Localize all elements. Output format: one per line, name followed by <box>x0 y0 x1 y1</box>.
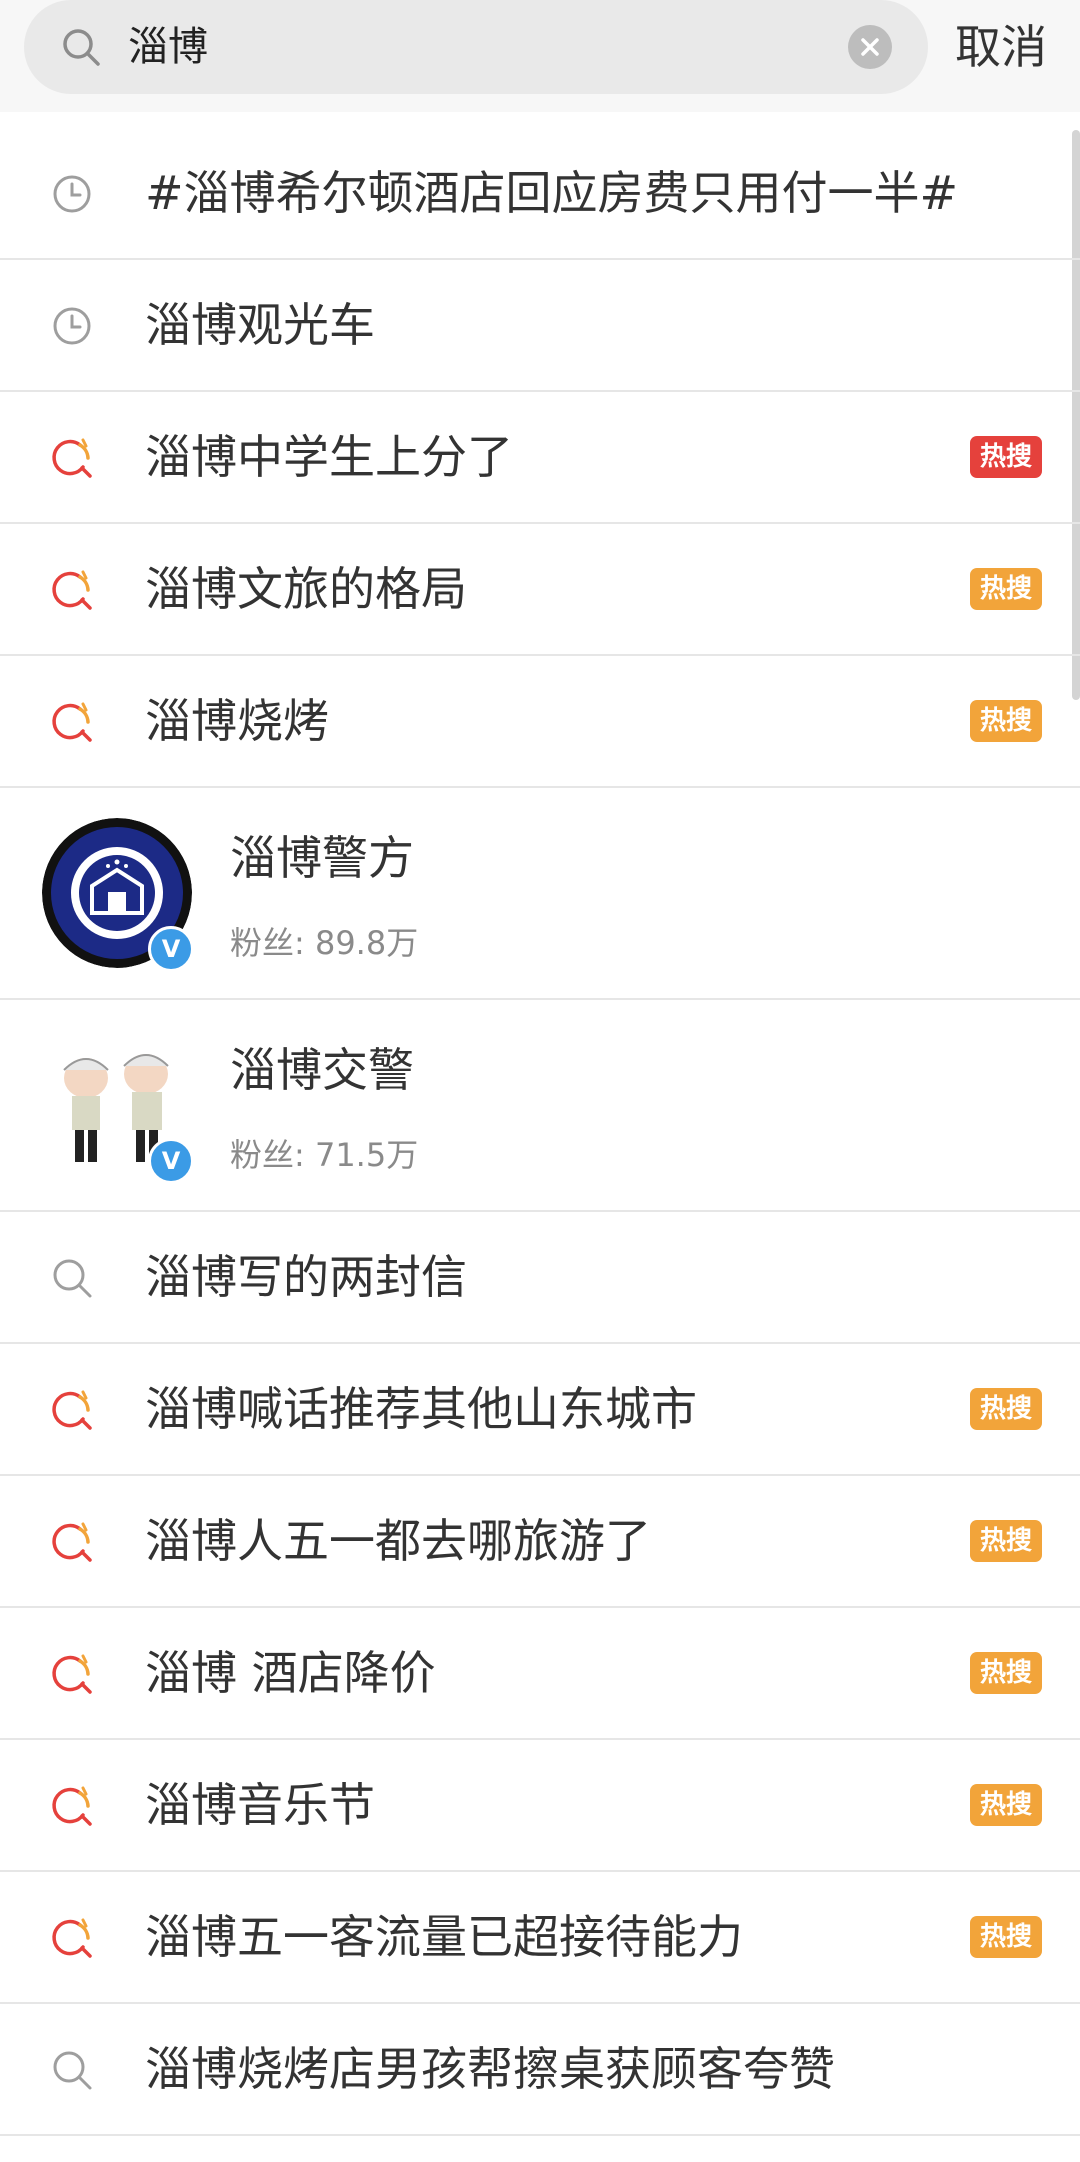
follower-count: 粉丝: 71.5万 <box>230 1136 419 1174</box>
suggestion-label: 淄博写的两封信 <box>145 1250 467 1304</box>
hot-search-badge: 热搜 <box>970 1520 1042 1562</box>
hot-search-badge: 热搜 <box>970 1388 1042 1430</box>
close-icon <box>861 38 879 56</box>
hot-search-icon <box>52 570 92 610</box>
verified-badge-icon: V <box>148 926 194 972</box>
search-icon <box>53 1259 92 1298</box>
suggestion-label: 淄博音乐节 <box>145 1778 375 1832</box>
suggestion-row[interactable]: 淄博音乐节 热搜 <box>0 1740 1080 1872</box>
suggestion-row[interactable]: 淄博 酒店降价 热搜 <box>0 1608 1080 1740</box>
suggestion-label: 淄博烧烤店男孩帮擦桌获顾客夸赞 <box>145 2042 835 2096</box>
hot-search-icon <box>52 438 92 478</box>
suggestion-row[interactable]: 淄博写的两封信 <box>0 1212 1080 1344</box>
hot-search-badge: 热搜 <box>970 568 1042 610</box>
history-icon <box>53 307 91 345</box>
history-icon <box>53 175 91 213</box>
avatar[interactable]: V <box>42 1030 194 1184</box>
suggestion-row[interactable]: 淄博人五一都去哪旅游了 热搜 <box>0 1476 1080 1608</box>
hot-search-icon <box>52 1654 92 1694</box>
hot-search-badge: 热搜 <box>970 1916 1042 1958</box>
search-box[interactable]: 淄博 <box>24 0 928 94</box>
suggestion-label: #淄博希尔顿酒店回应房费只用付一半# <box>145 166 959 220</box>
suggestion-row[interactable]: 淄博中学生上分了 热搜 <box>0 392 1080 524</box>
suggestion-label: 淄博 酒店降价 <box>145 1646 436 1700</box>
suggestion-label: 淄博五一客流量已超接待能力 <box>145 1910 743 1964</box>
search-query[interactable]: 淄博 <box>128 0 208 94</box>
hot-search-badge: 热搜 <box>970 436 1042 478</box>
suggestion-row[interactable]: 淄博烧烤 热搜 <box>0 656 1080 788</box>
suggestion-row[interactable]: #淄博希尔顿酒店回应房费只用付一半# <box>0 128 1080 260</box>
suggestion-row[interactable]: 淄博五一客流量已超接待能力 热搜 <box>0 1872 1080 2004</box>
suggestion-label: 淄博人五一都去哪旅游了 <box>145 1514 651 1568</box>
suggestion-label: 淄博烧烤 <box>145 694 329 748</box>
suggestion-label: 淄博观光车 <box>145 298 375 352</box>
hot-search-icon <box>52 1390 92 1430</box>
hot-search-badge: 热搜 <box>970 1652 1042 1694</box>
user-result-row[interactable]: V 淄博交警粉丝: 71.5万 <box>0 1000 1080 1212</box>
hot-search-badge: 热搜 <box>970 1784 1042 1826</box>
search-icon <box>63 29 100 66</box>
clear-search-button[interactable] <box>848 25 892 69</box>
suggestion-label: 淄博喊话推荐其他山东城市 <box>145 1382 697 1436</box>
user-result-row[interactable]: V 淄博警方粉丝: 89.8万 <box>0 788 1080 1000</box>
suggestion-list: #淄博希尔顿酒店回应房费只用付一半# 淄博观光车 淄博中学生上分了 热搜 淄博文旅的格局… <box>0 128 1080 2136</box>
hot-search-icon <box>52 702 92 742</box>
suggestion-label: 淄博文旅的格局 <box>145 562 467 616</box>
suggestion-label: 淄博中学生上分了 <box>145 430 513 484</box>
avatar[interactable]: V <box>42 818 194 972</box>
suggestion-row[interactable]: 淄博喊话推荐其他山东城市 热搜 <box>0 1344 1080 1476</box>
follower-count: 粉丝: 89.8万 <box>230 924 419 962</box>
suggestion-row[interactable]: 淄博文旅的格局 热搜 <box>0 524 1080 656</box>
hot-search-badge: 热搜 <box>970 700 1042 742</box>
hot-search-icon <box>52 1786 92 1826</box>
verified-badge-icon: V <box>148 1138 194 1184</box>
search-icon <box>53 2051 92 2090</box>
suggestion-row[interactable]: 淄博观光车 <box>0 260 1080 392</box>
hot-search-icon <box>52 1918 92 1958</box>
cancel-button[interactable]: 取消 <box>955 0 1047 94</box>
user-name: 淄博交警 <box>230 1043 414 1097</box>
suggestion-row[interactable]: 淄博烧烤店男孩帮擦桌获顾客夸赞 <box>0 2004 1080 2136</box>
search-header: 淄博 取消 <box>0 0 1080 112</box>
hot-search-icon <box>52 1522 92 1562</box>
user-name: 淄博警方 <box>230 831 414 885</box>
